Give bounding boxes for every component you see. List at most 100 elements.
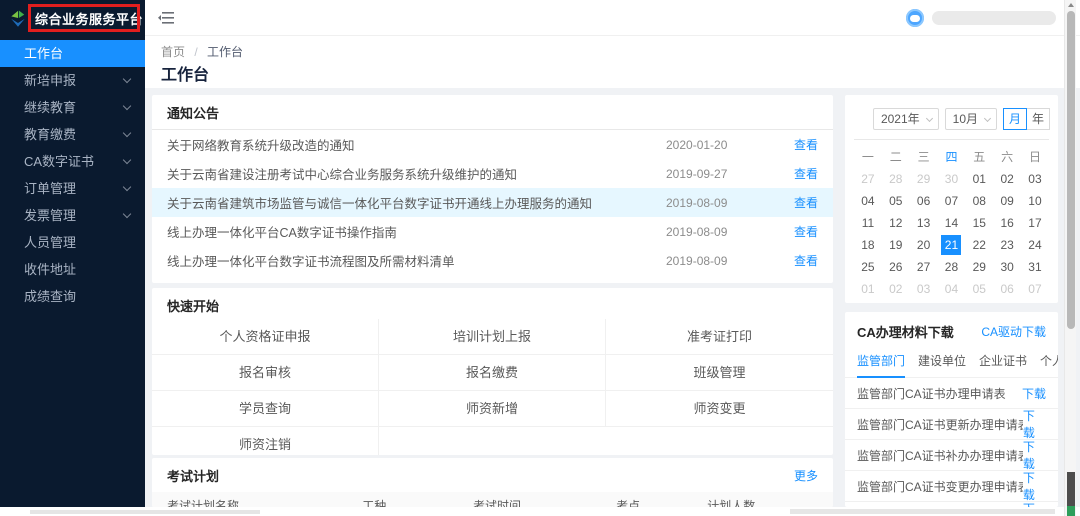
calendar-day[interactable]: 13 (910, 212, 938, 234)
calendar-day[interactable]: 30 (938, 168, 966, 190)
scrollbar-thumb[interactable] (1067, 11, 1075, 329)
calendar-day[interactable]: 31 (1021, 256, 1049, 278)
calendar-day[interactable]: 06 (993, 278, 1021, 300)
calendar-mode-month-button[interactable]: 月 (1003, 108, 1027, 130)
breadcrumb-home[interactable]: 首页 (161, 45, 185, 59)
calendar-year-select[interactable]: 2021年 (873, 108, 939, 130)
notice-row[interactable]: 关于网络教育系统升级改造的通知2020-01-20查看 (152, 130, 833, 159)
scroll-up-arrow-icon[interactable] (1068, 3, 1074, 7)
sidebar-item[interactable]: 发票管理 (0, 202, 145, 229)
calendar-day[interactable]: 28 (882, 168, 910, 190)
calendar-day[interactable]: 29 (965, 256, 993, 278)
calendar-day[interactable]: 30 (993, 256, 1021, 278)
quick-start-item[interactable]: 师资变更 (606, 391, 833, 427)
calendar-day-number: 15 (969, 213, 989, 233)
sidebar-item[interactable]: 教育缴费 (0, 121, 145, 148)
quick-start-item[interactable]: 师资注销 (152, 427, 379, 455)
calendar-mode-year-button[interactable]: 年 (1026, 108, 1050, 130)
calendar-day-number: 30 (997, 257, 1017, 277)
sidebar-item-label: CA数字证书 (24, 154, 94, 169)
notice-view-link[interactable]: 查看 (778, 223, 818, 240)
calendar-day[interactable]: 02 (993, 168, 1021, 190)
quick-start-item[interactable]: 个人资格证申报 (152, 319, 379, 355)
calendar-day-number: 10 (1025, 191, 1045, 211)
download-link[interactable]: 下载 (1023, 407, 1046, 441)
calendar-day[interactable]: 08 (965, 190, 993, 212)
calendar-day[interactable]: 17 (1021, 212, 1049, 234)
calendar-day[interactable]: 27 (910, 256, 938, 278)
download-link[interactable]: 下载 (1022, 385, 1046, 402)
calendar-day[interactable]: 23 (993, 234, 1021, 256)
calendar-day[interactable]: 07 (938, 190, 966, 212)
sidebar-item[interactable]: 工作台 (0, 40, 145, 67)
calendar-grid: 2728293001020304050607080910111213141516… (845, 168, 1058, 300)
download-link[interactable]: 下载 (1023, 469, 1046, 503)
calendar-day[interactable]: 11 (854, 212, 882, 234)
calendar-day[interactable]: 19 (882, 234, 910, 256)
notice-row[interactable]: 关于云南省建筑市场监管与诚信一体化平台数字证书开通线上办理服务的通知2019-0… (152, 188, 833, 217)
ca-tab[interactable]: 监管部门 (857, 350, 905, 378)
download-link[interactable]: 下载 (1023, 500, 1046, 507)
calendar-day[interactable]: 03 (1021, 168, 1049, 190)
notice-view-link[interactable]: 查看 (778, 165, 818, 182)
notice-row[interactable]: 线上办理一体化平台数字证书流程图及所需材料清单2019-08-09查看 (152, 246, 833, 275)
quick-start-item[interactable]: 培训计划上报 (379, 319, 606, 355)
calendar-day[interactable]: 05 (965, 278, 993, 300)
calendar-month-select[interactable]: 10月 (945, 108, 997, 130)
calendar-day[interactable]: 12 (882, 212, 910, 234)
calendar-day[interactable]: 29 (910, 168, 938, 190)
sidebar-item[interactable]: 订单管理 (0, 175, 145, 202)
exam-plan-more-link[interactable]: 更多 (794, 467, 818, 484)
quick-start-item[interactable]: 学员查询 (152, 391, 379, 427)
calendar-day[interactable]: 18 (854, 234, 882, 256)
ca-driver-download-link[interactable]: CA驱动下载 (981, 323, 1046, 340)
calendar-day[interactable]: 25 (854, 256, 882, 278)
calendar-day[interactable]: 20 (910, 234, 938, 256)
sidebar-item[interactable]: CA数字证书 (0, 148, 145, 175)
ca-tab[interactable]: 企业证书 (979, 350, 1027, 377)
calendar-day[interactable]: 05 (882, 190, 910, 212)
user-avatar[interactable] (906, 9, 924, 27)
ca-tab[interactable]: 建设单位 (918, 350, 966, 377)
calendar-day-number: 31 (1025, 257, 1045, 277)
sidebar-item[interactable]: 收件地址 (0, 256, 145, 283)
calendar-day[interactable]: 06 (910, 190, 938, 212)
sidebar-item[interactable]: 新培申报 (0, 67, 145, 94)
calendar-day[interactable]: 24 (1021, 234, 1049, 256)
calendar-day[interactable]: 04 (938, 278, 966, 300)
calendar-day[interactable]: 02 (882, 278, 910, 300)
calendar-day[interactable]: 26 (882, 256, 910, 278)
calendar-day[interactable]: 21 (938, 234, 966, 256)
calendar-day[interactable]: 01 (854, 278, 882, 300)
notice-view-link[interactable]: 查看 (778, 252, 818, 269)
quick-start-item[interactable]: 报名缴费 (379, 355, 606, 391)
sidebar-item[interactable]: 人员管理 (0, 229, 145, 256)
calendar-day[interactable]: 28 (938, 256, 966, 278)
menu-fold-icon[interactable] (158, 11, 174, 25)
calendar-day[interactable]: 15 (965, 212, 993, 234)
calendar-day[interactable]: 01 (965, 168, 993, 190)
quick-start-item[interactable]: 准考证打印 (606, 319, 833, 355)
calendar-day[interactable]: 16 (993, 212, 1021, 234)
notice-view-link[interactable]: 查看 (778, 194, 818, 211)
calendar-day[interactable]: 04 (854, 190, 882, 212)
calendar-day[interactable]: 07 (1021, 278, 1049, 300)
download-link[interactable]: 下载 (1023, 438, 1046, 472)
vertical-scrollbar[interactable] (1064, 0, 1076, 516)
calendar-day[interactable]: 27 (854, 168, 882, 190)
ca-tab[interactable]: 个人证书 (1040, 350, 1058, 377)
notice-view-link[interactable]: 查看 (778, 136, 818, 153)
calendar-day[interactable]: 09 (993, 190, 1021, 212)
calendar-day[interactable]: 14 (938, 212, 966, 234)
quick-start-item[interactable]: 师资新增 (379, 391, 606, 427)
calendar-day[interactable]: 03 (910, 278, 938, 300)
quick-start-item[interactable]: 报名审核 (152, 355, 379, 391)
sidebar-item[interactable]: 成绩查询 (0, 283, 145, 310)
sidebar-item[interactable]: 继续教育 (0, 94, 145, 121)
notice-row[interactable]: 线上办理一体化平台CA数字证书操作指南2019-08-09查看 (152, 217, 833, 246)
calendar-day[interactable]: 10 (1021, 190, 1049, 212)
quick-start-item[interactable]: 班级管理 (606, 355, 833, 391)
calendar-day[interactable]: 22 (965, 234, 993, 256)
notice-title: 线上办理一体化平台数字证书流程图及所需材料清单 (167, 251, 666, 270)
notice-row[interactable]: 关于云南省建设注册考试中心综合业务服务系统升级维护的通知2019-09-27查看 (152, 159, 833, 188)
